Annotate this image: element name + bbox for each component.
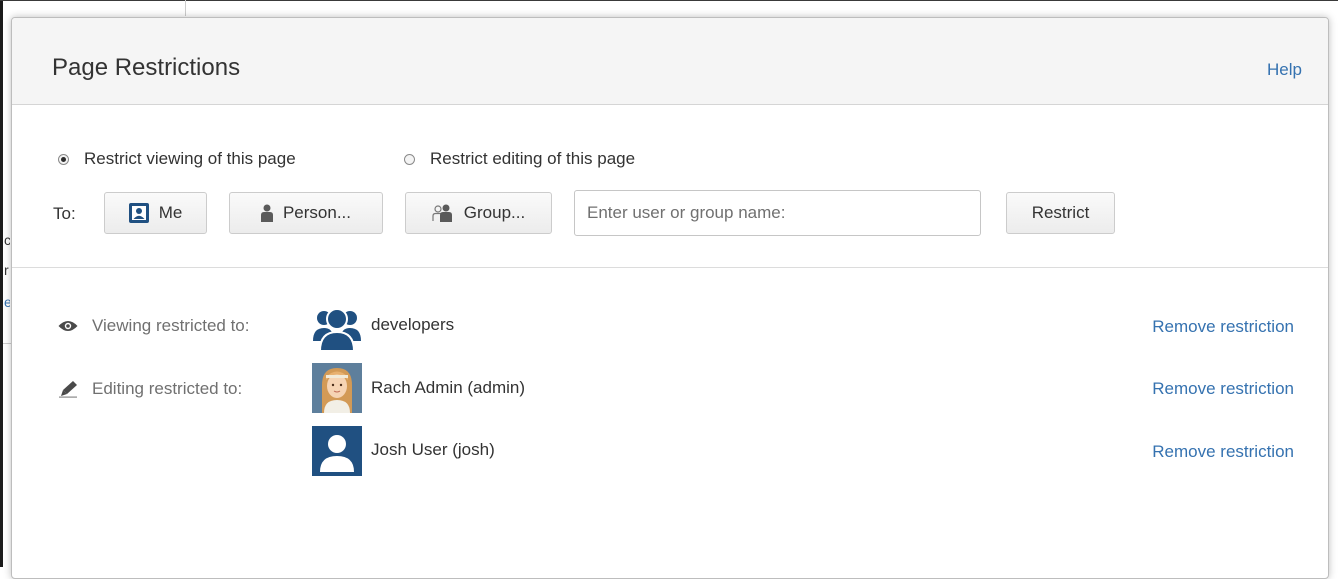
remove-restriction-link[interactable]: Remove restriction xyxy=(1152,442,1294,462)
viewing-restricted-label: Viewing restricted to: xyxy=(58,315,249,337)
background-text-fragment: e xyxy=(4,295,10,309)
remove-restriction-link[interactable]: Remove restriction xyxy=(1152,379,1294,399)
help-link[interactable]: Help xyxy=(1267,60,1302,80)
to-label: To: xyxy=(53,204,76,223)
viewing-restricted-text: Viewing restricted to: xyxy=(92,316,250,335)
dialog-header: Page Restrictions Help xyxy=(12,18,1328,105)
person-icon xyxy=(260,204,273,222)
restriction-entity-name: Josh User (josh) xyxy=(371,440,495,459)
me-button[interactable]: Me xyxy=(104,192,207,234)
group-button[interactable]: Group... xyxy=(405,192,552,234)
dialog-title: Page Restrictions xyxy=(52,54,241,81)
user-group-search-input[interactable] xyxy=(574,190,981,236)
radio-restrict-editing[interactable]: Restrict editing of this page xyxy=(404,148,635,170)
section-divider xyxy=(12,267,1328,268)
restrict-button[interactable]: Restrict xyxy=(1006,192,1115,234)
radio-label: Restrict viewing of this page xyxy=(84,149,296,168)
eye-icon xyxy=(58,320,78,332)
background-text-fragment: r xyxy=(4,263,9,277)
default-user-avatar-icon xyxy=(312,426,362,476)
radio-restrict-viewing[interactable]: Restrict viewing of this page xyxy=(58,148,296,170)
page-top-edge xyxy=(0,0,1338,1)
group-avatar-icon xyxy=(312,301,362,351)
restriction-entity-name: developers xyxy=(371,315,455,334)
editing-restricted-text: Editing restricted to: xyxy=(92,379,243,398)
restrict-button-label: Restrict xyxy=(1031,203,1090,222)
person-button-label: Person... xyxy=(282,203,352,222)
editing-restricted-label: Editing restricted to: xyxy=(58,378,242,400)
pencil-icon xyxy=(58,380,78,398)
background-divider xyxy=(185,0,186,16)
group-button-label: Group... xyxy=(463,203,526,222)
restriction-entity-name: Rach Admin (admin) xyxy=(371,378,526,397)
remove-restriction-link[interactable]: Remove restriction xyxy=(1152,317,1294,337)
background-line xyxy=(3,343,11,344)
group-icon xyxy=(432,204,454,222)
radio-button-checked[interactable] xyxy=(58,153,69,165)
user-badge-icon xyxy=(128,203,149,223)
radio-label: Restrict editing of this page xyxy=(430,149,636,168)
page-restrictions-dialog: Page Restrictions Help Restrict viewing … xyxy=(11,17,1329,579)
user-photo-avatar xyxy=(312,363,362,413)
background-text-fragment: c xyxy=(4,233,10,247)
page-frame-edge xyxy=(0,0,3,567)
radio-button-unchecked[interactable] xyxy=(404,153,415,165)
me-button-label: Me xyxy=(158,203,183,222)
person-button[interactable]: Person... xyxy=(229,192,383,234)
